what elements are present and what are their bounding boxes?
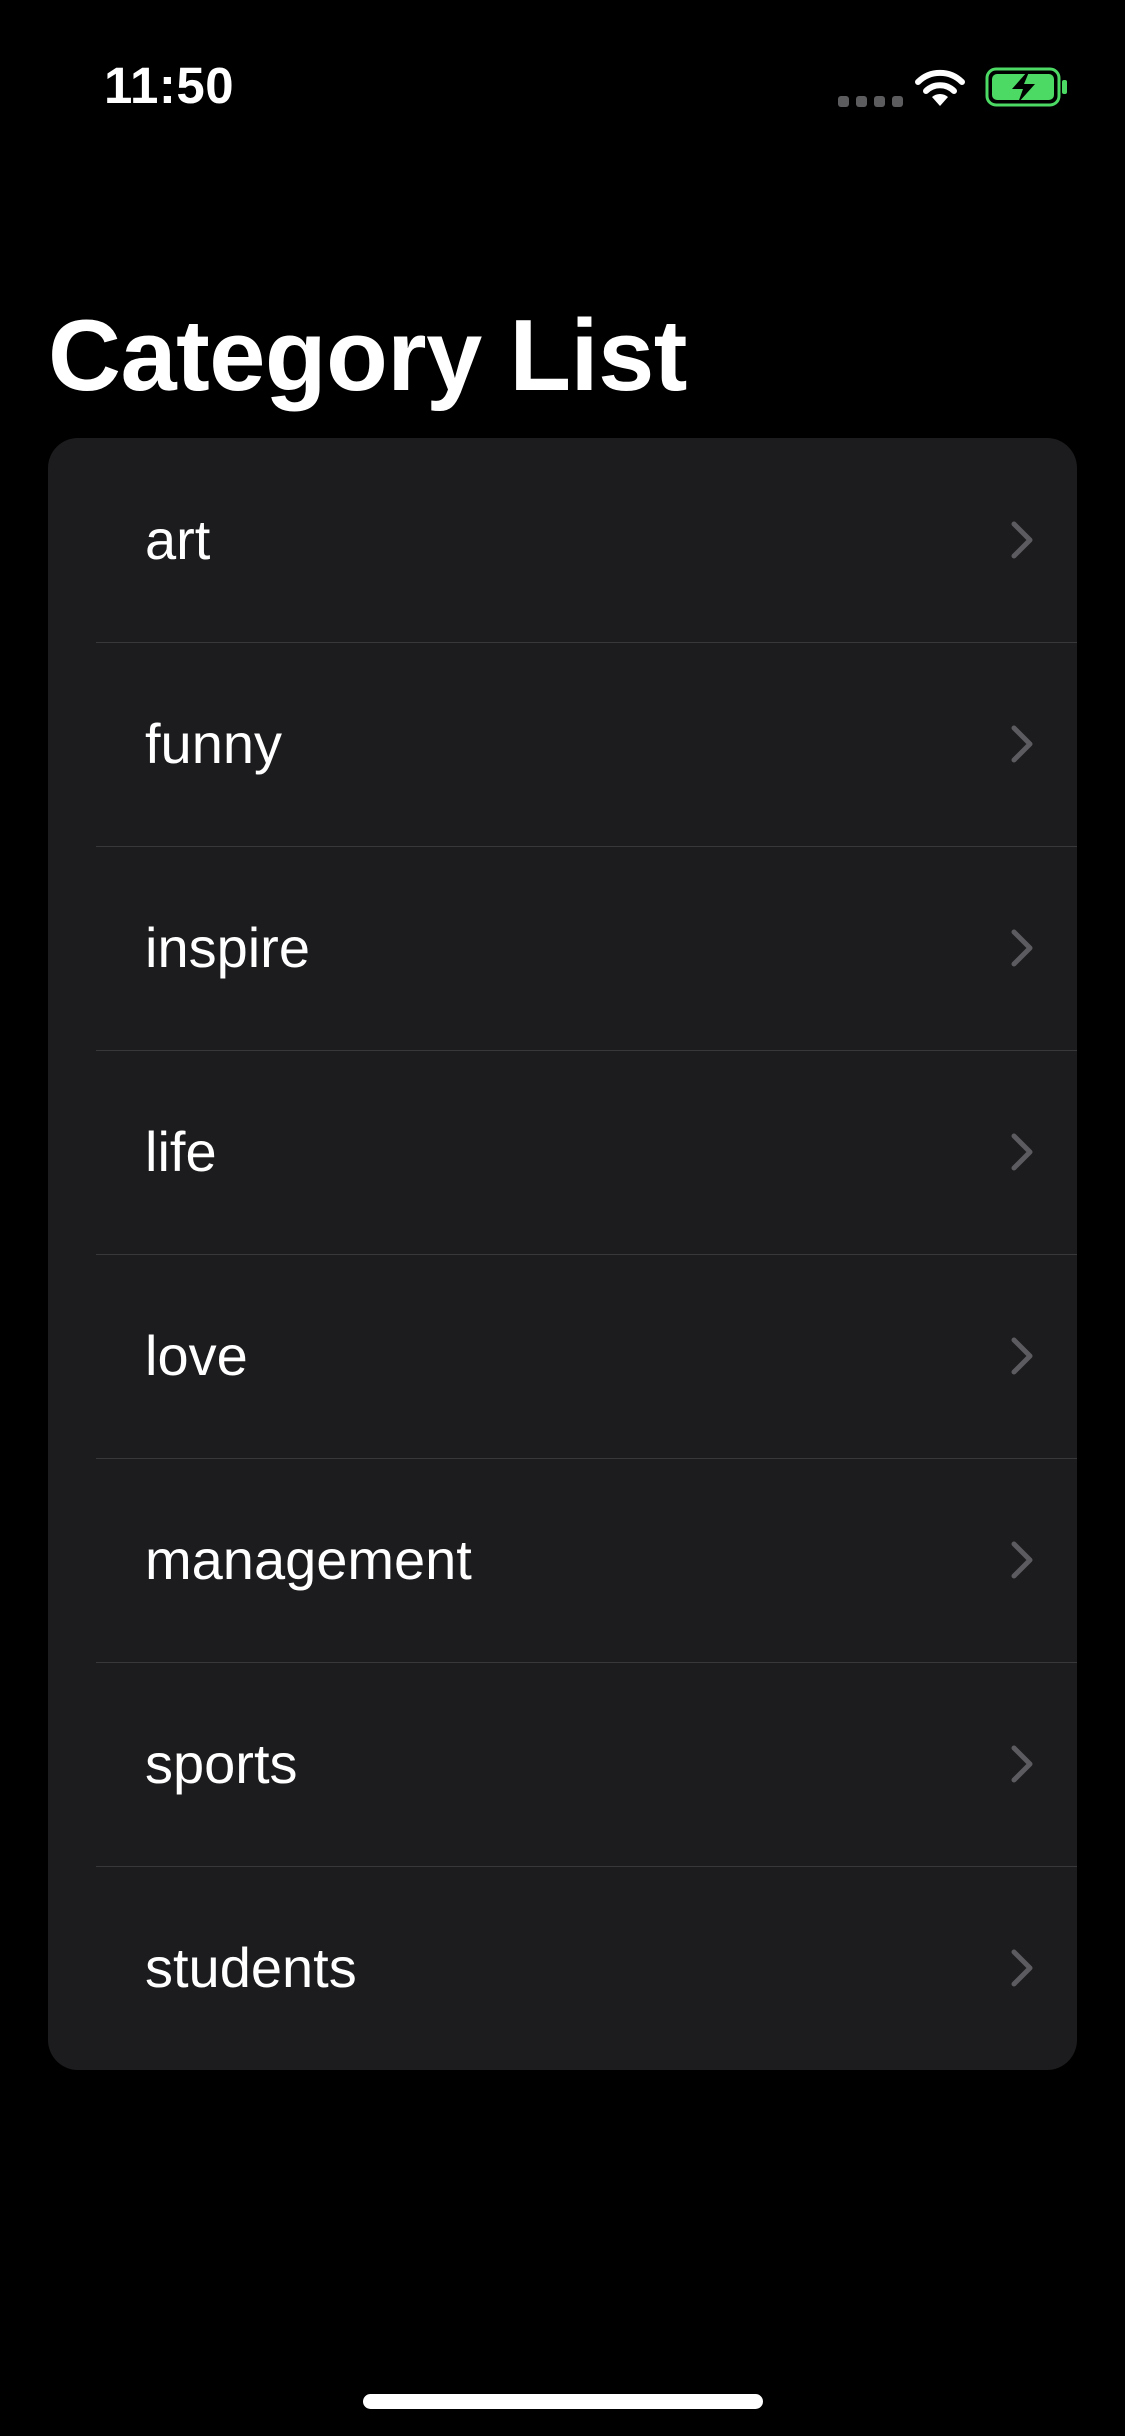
list-item-inspire[interactable]: inspire [48,846,1077,1050]
list-item-funny[interactable]: funny [48,642,1077,846]
category-list: art funny inspire life love management s… [48,438,1077,2070]
chevron-right-icon [1011,929,1033,967]
list-item-art[interactable]: art [48,438,1077,642]
battery-charging-icon [985,67,1067,107]
list-item-love[interactable]: love [48,1254,1077,1458]
chevron-right-icon [1011,1337,1033,1375]
list-item-label: sports [145,1732,298,1795]
page-title: Category List [48,300,687,412]
wifi-icon [915,69,965,106]
chevron-right-icon [1011,1745,1033,1783]
status-time: 11:50 [104,57,235,114]
list-item-label: love [145,1324,248,1387]
list-item-label: management [145,1528,472,1591]
chevron-right-icon [1011,1133,1033,1171]
list-item-sports[interactable]: sports [48,1662,1077,1866]
list-item-management[interactable]: management [48,1458,1077,1662]
list-item-label: students [145,1936,357,1999]
chevron-right-icon [1011,521,1033,559]
home-indicator[interactable] [363,2394,763,2409]
list-item-label: life [145,1120,217,1183]
chevron-right-icon [1011,725,1033,763]
cellular-signal-icon [838,96,903,107]
list-item-students[interactable]: students [48,1866,1077,2070]
list-item-label: art [145,508,211,571]
chevron-right-icon [1011,1541,1033,1579]
status-bar: 11:50 [0,0,1125,140]
list-item-label: inspire [145,916,310,979]
chevron-right-icon [1011,1949,1033,1987]
list-item-label: funny [145,712,282,775]
list-item-life[interactable]: life [48,1050,1077,1254]
